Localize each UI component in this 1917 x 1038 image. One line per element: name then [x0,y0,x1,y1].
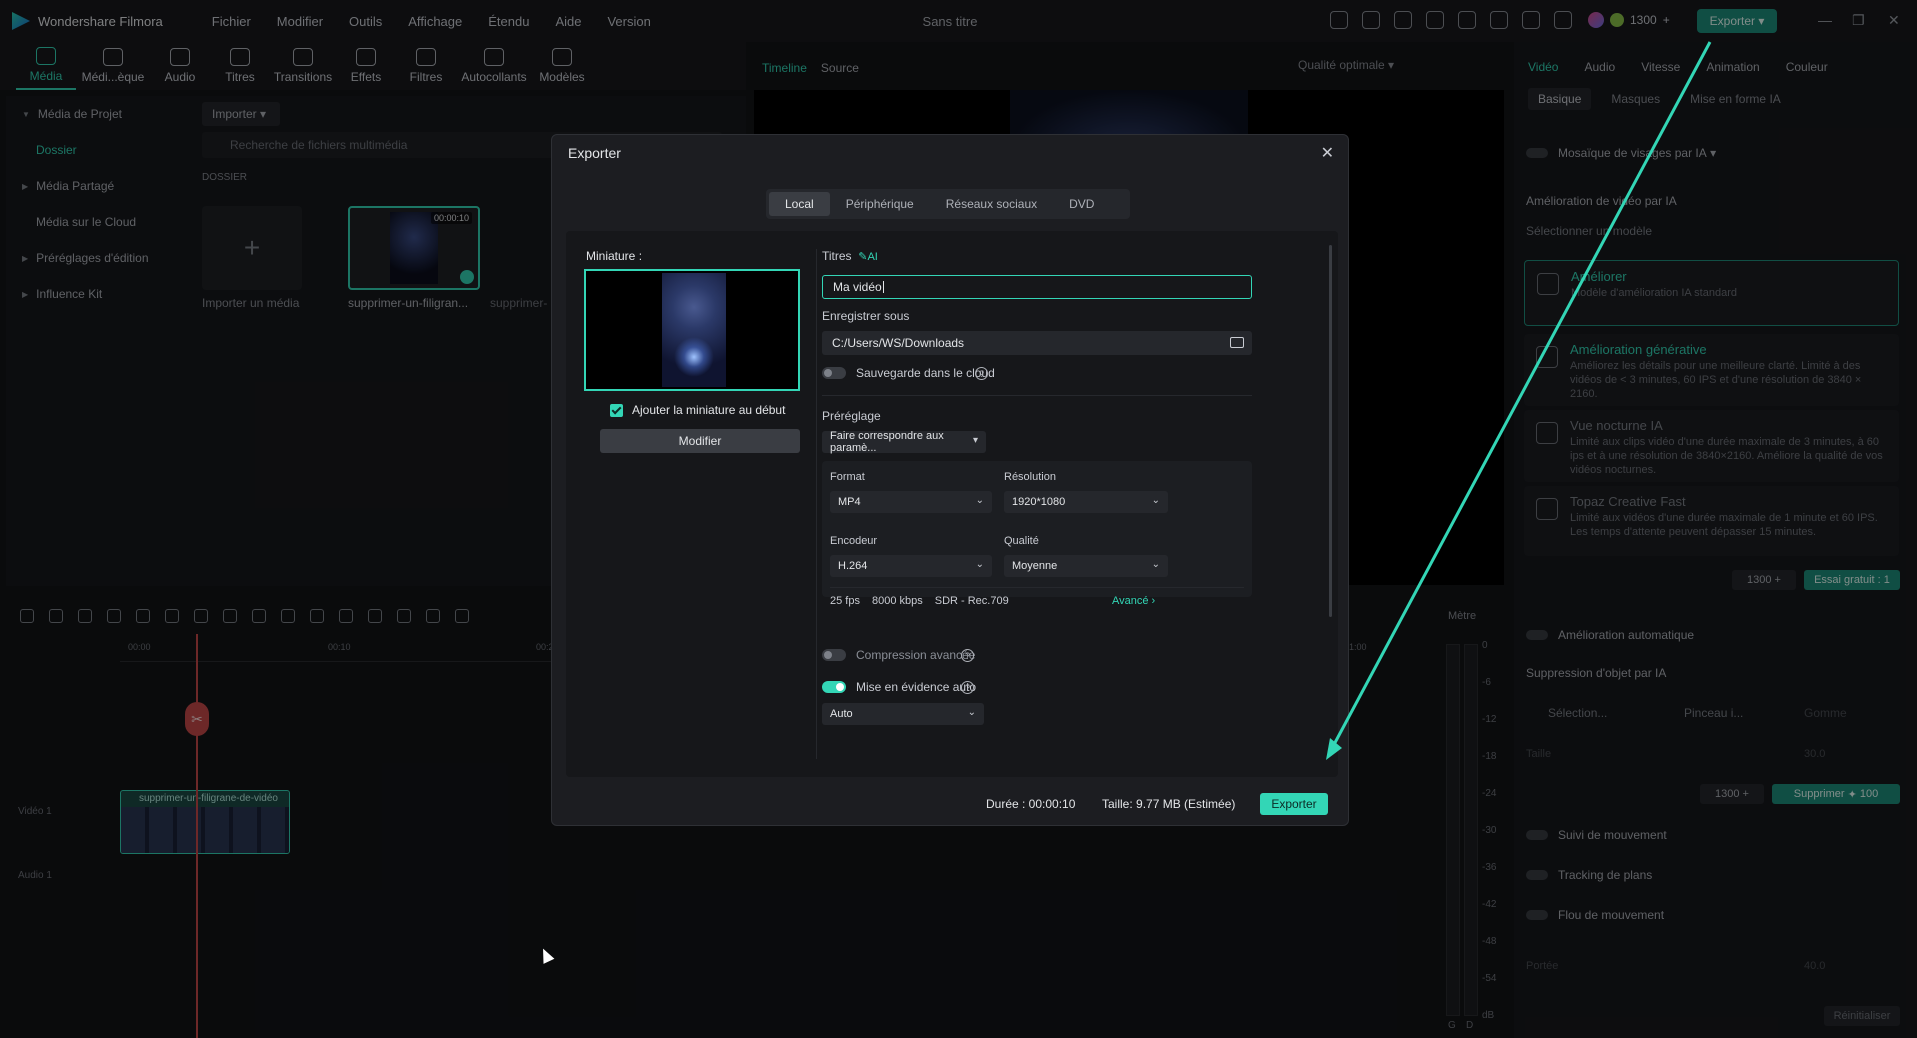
advanced-label: Avancé [1112,595,1149,607]
tab-dvd[interactable]: DVD [1053,192,1110,216]
export-button[interactable]: Exporter [1260,793,1328,815]
tab-local[interactable]: Local [769,192,830,216]
tab-social[interactable]: Réseaux sociaux [930,192,1053,216]
cloud-backup-toggle[interactable] [822,367,846,379]
format-value: MP4 [838,496,861,508]
divider [830,587,1244,588]
resolution-select[interactable]: 1920*1080 ⌄ [1004,491,1168,513]
resolution-label: Résolution [1004,471,1056,483]
ai-pen-icon[interactable]: ✎AI [858,251,878,263]
export-tabs: Local Périphérique Réseaux sociaux DVD [766,189,1130,219]
format-select[interactable]: MP4 ⌄ [830,491,992,513]
titles-text: Titres [822,249,852,263]
quality-value: Moyenne [1012,560,1058,572]
export-label: Exporter [1271,797,1317,811]
size-text: Taille: 9.77 MB (Estimée) [1102,797,1236,811]
auto-highlight-toggle[interactable] [822,681,846,693]
advanced-compression-toggle[interactable] [822,649,846,661]
app-window: Wondershare Filmora Fichier Modifier Out… [0,0,1917,1038]
thumbnail-check-label: Ajouter la miniature au début [632,403,786,417]
help-icon[interactable]: ? [961,649,974,662]
auto-value: Auto [830,708,853,720]
dialog-footer: Durée : 00:00:10 Taille: 9.77 MB (Estimé… [552,783,1350,823]
chevron-down-icon: ⌄ [967,707,976,718]
save-as-label: Enregistrer sous [822,309,910,323]
encoder-label: Encodeur [830,535,878,547]
save-path-input[interactable]: C:/Users/WS/Downloads [822,331,1252,355]
preset-label: Préréglage [822,409,881,423]
auto-highlight-select[interactable]: Auto ⌄ [822,703,984,725]
resolution-value: 1920*1080 [1012,496,1066,508]
quality-select[interactable]: Moyenne ⌄ [1004,555,1168,577]
color-space-value: SDR - Rec.709 [934,595,1009,607]
chevron-down-icon: ▾ [972,435,978,446]
preset-value: Faire correspondre aux paramè... [830,430,944,454]
thumbnail-glow [674,337,714,377]
titles-label: Titres ✎AI [822,249,878,263]
advanced-compression-label: Compression avancée [856,648,976,662]
bitrate-value: 8000 kbps [871,595,923,607]
help-icon[interactable]: ? [975,367,988,380]
save-path-value: C:/Users/WS/Downloads [832,336,965,350]
help-icon[interactable]: ? [961,681,974,694]
dialog-scrollbar[interactable] [1329,245,1332,617]
cloud-backup-label: Sauvegarde dans le cloud [856,366,995,380]
advanced-link[interactable]: Avancé › [1112,595,1155,607]
title-value: Ma vidéo [833,280,882,294]
duration-text: Durée : 00:00:10 [986,797,1076,811]
dialog-body: Miniature : Ajouter la miniature au débu… [566,231,1338,777]
tab-device[interactable]: Périphérique [830,192,930,216]
close-icon[interactable]: ✕ [1321,143,1334,163]
spec-line: 25 fps 8000 kbps SDR - Rec.709 [830,595,1009,607]
thumbnail-checkbox-row[interactable]: Ajouter la miniature au début [610,403,785,417]
divider [822,395,1252,396]
title-input[interactable]: Ma vidéo [822,275,1252,299]
modify-label: Modifier [678,434,722,448]
fps-value: 25 fps [830,595,860,607]
chevron-down-icon: ⌄ [1151,559,1160,570]
folder-icon[interactable] [1230,337,1244,348]
chevron-down-icon: ⌄ [1151,495,1160,506]
thumbnail-label: Miniature : [586,249,643,263]
chevron-down-icon: ⌄ [975,559,984,570]
thumbnail-preview[interactable] [584,269,800,391]
thumbnail-checkbox[interactable] [610,403,623,417]
dialog-title: Exporter [568,145,621,161]
export-dialog: Exporter ✕ Local Périphérique Réseaux so… [551,134,1349,826]
chevron-down-icon: ⌄ [975,495,984,506]
divider [816,249,817,759]
encoder-select[interactable]: H.264 ⌄ [830,555,992,577]
modify-thumbnail-button[interactable]: Modifier [600,429,800,453]
text-cursor [882,281,884,293]
format-label: Format [830,471,865,483]
auto-highlight-label: Mise en évidence auto [856,680,977,694]
encoder-value: H.264 [838,560,868,572]
quality-label: Qualité [1004,535,1039,547]
preset-select[interactable]: Faire correspondre aux paramè... ▾ [822,430,986,454]
